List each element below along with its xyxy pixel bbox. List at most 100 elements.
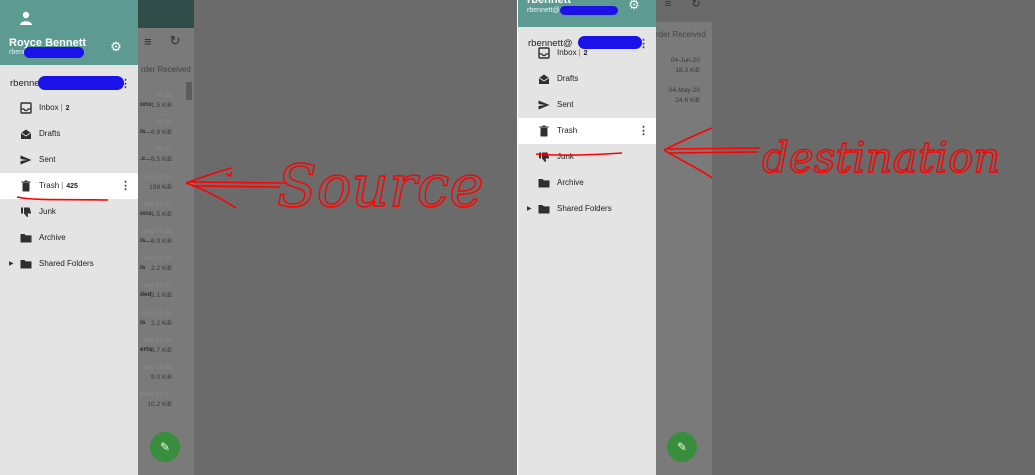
- reading-pane: [712, 0, 1035, 475]
- message-row[interactable]: rday 07:56 is... 6.9 KiB: [140, 228, 186, 250]
- sent-icon: [538, 99, 550, 111]
- folder-item-shared-folders[interactable]: ▶ Shared Folders: [0, 251, 138, 277]
- message-subject: ded: [140, 291, 152, 299]
- message-subject: is...: [140, 128, 151, 136]
- message-size: 9.0 KiB: [151, 374, 172, 381]
- message-subject: is: [140, 264, 146, 272]
- message-size: 199 KiB: [149, 183, 172, 191]
- message-row[interactable]: day 18:00 9.0 KiB: [140, 364, 186, 386]
- refresh-icon[interactable]: ↻: [690, 0, 702, 10]
- folder-label: Inbox: [557, 48, 577, 57]
- trash-icon: [538, 125, 550, 137]
- message-row[interactable]: 00:00 .c... 8.5 KiB: [140, 146, 186, 168]
- pencil-icon: ✎: [159, 440, 171, 454]
- compose-button[interactable]: ✎: [150, 432, 180, 462]
- user-email: rbennett@: [527, 7, 560, 14]
- message-date: 04:06: [155, 119, 172, 127]
- folder-text: Junk: [557, 152, 574, 161]
- message-row[interactable]: rday 03:53 ded 2.1 KiB: [140, 282, 186, 304]
- message-row[interactable]: 04-Jun-20 18.3 KiB: [658, 57, 704, 79]
- folder-label: Drafts: [39, 129, 61, 138]
- message-date: rday 03:45: [141, 309, 172, 317]
- sort-icon[interactable]: ≡: [662, 0, 674, 10]
- redaction-mark: [24, 47, 84, 58]
- message-size: 2.2 KiB: [151, 265, 172, 273]
- folder-text: Shared Folders: [39, 259, 94, 268]
- folder-label: Trash: [557, 126, 578, 135]
- folder-text: Archive: [557, 178, 584, 187]
- folder-item-inbox[interactable]: Inbox | 2: [0, 95, 138, 121]
- message-row[interactable]: day 00:00 erts 8.7 KiB: [140, 337, 186, 359]
- refresh-icon[interactable]: ↻: [170, 33, 181, 49]
- message-row[interactable]: 04-May-20 24.6 KiB: [658, 87, 704, 109]
- junk-icon: [20, 206, 32, 218]
- folder-label: Sent: [557, 100, 574, 109]
- left-screenshot: ▦ ▣ ✉ ▤ ⏻ ≡ ↻ rder Received 04:06ons1.5 …: [0, 0, 517, 475]
- message-size: 24.6 KiB: [675, 97, 700, 104]
- message-row[interactable]: 04:06 is... 6.9 KiB: [140, 119, 186, 141]
- folder-item-trash[interactable]: Trash | 425 ⋮: [0, 173, 138, 199]
- message-row[interactable]: day 08:00 199 KiB: [140, 174, 186, 196]
- drafts-icon: [538, 73, 550, 85]
- scrollbar[interactable]: [186, 82, 192, 100]
- message-date: 04-Jun-20: [670, 57, 700, 64]
- folder-menu-icon[interactable]: ⋮: [120, 180, 131, 192]
- folder-item-junk[interactable]: Junk: [0, 199, 138, 225]
- drafts-icon: [20, 128, 32, 140]
- junk-icon: [538, 151, 550, 163]
- folder-text: Trash: [557, 126, 577, 135]
- folder-item-shared-folders[interactable]: ▶ Shared Folders: [518, 196, 656, 222]
- message-size: 18.3 KiB: [675, 67, 700, 74]
- message-subject: ons: [140, 209, 152, 217]
- avatar-icon[interactable]: [18, 10, 34, 26]
- folder-menu-icon[interactable]: ⋮: [638, 125, 649, 137]
- folder-item-trash[interactable]: Trash ⋮: [518, 118, 656, 144]
- folder-text: Drafts: [557, 74, 578, 83]
- message-size: 8.5 KiB: [151, 156, 172, 164]
- folder-text: Shared Folders: [557, 204, 612, 213]
- message-row[interactable]: 04:06 ons 1.5 KiB: [140, 92, 186, 114]
- folder-item-archive[interactable]: Archive: [518, 170, 656, 196]
- sort-icon[interactable]: ≡: [144, 34, 152, 49]
- inbox-icon: [538, 47, 550, 59]
- folder-item-sent[interactable]: Sent: [0, 147, 138, 173]
- folder-label: Shared Folders: [39, 259, 94, 268]
- message-date: rday 04:15: [141, 255, 172, 263]
- folder-item-sent[interactable]: Sent: [518, 92, 656, 118]
- folder-item-drafts[interactable]: Drafts: [518, 66, 656, 92]
- folder-label: Archive: [557, 178, 584, 187]
- count-separator: |: [578, 48, 581, 57]
- trash-icon: [20, 180, 32, 192]
- folder-item-junk[interactable]: Junk: [518, 144, 656, 170]
- expand-icon[interactable]: ▶: [527, 205, 532, 212]
- count-separator: |: [60, 103, 63, 112]
- compose-button[interactable]: ✎: [667, 432, 697, 462]
- folder-item-archive[interactable]: Archive: [0, 225, 138, 251]
- message-date: rday 03:53: [141, 282, 172, 290]
- expand-icon[interactable]: ▶: [9, 260, 14, 267]
- folder-label: Junk: [557, 152, 574, 161]
- gear-icon[interactable]: ⚙: [109, 40, 123, 54]
- message-row[interactable]: nday 14:17 10.2 KiB: [140, 391, 186, 413]
- folder-icon: [538, 203, 550, 215]
- message-size: 1.5 KiB: [151, 210, 172, 218]
- folder-text: Drafts: [39, 129, 60, 138]
- archive-icon: [538, 177, 550, 189]
- message-date: rday 07:56: [141, 228, 172, 235]
- message-date: rday 07:57: [141, 200, 172, 208]
- message-date: day 18:00: [143, 364, 172, 371]
- message-row[interactable]: rday 04:15 is 2.2 KiB: [140, 255, 186, 277]
- folder-item-drafts[interactable]: Drafts: [0, 121, 138, 147]
- app-toolbar: ≡ ↻: [656, 0, 712, 22]
- folder-label: Archive: [39, 233, 66, 242]
- gear-icon[interactable]: ⚙: [627, 0, 641, 12]
- folder-count-badge: 2: [65, 105, 70, 112]
- message-date: 04-May-20: [668, 87, 700, 94]
- message-size: 2.2 KiB: [151, 319, 172, 327]
- message-row[interactable]: rday 07:57 ons 1.5 KiB: [140, 201, 186, 223]
- message-date: 04:06: [155, 92, 172, 99]
- sort-label: rder Received: [656, 30, 706, 39]
- message-row[interactable]: rday 03:45 is 2.2 KiB: [140, 310, 186, 332]
- message-size: 8.7 KiB: [151, 346, 172, 354]
- message-date: day 00:00: [143, 336, 172, 344]
